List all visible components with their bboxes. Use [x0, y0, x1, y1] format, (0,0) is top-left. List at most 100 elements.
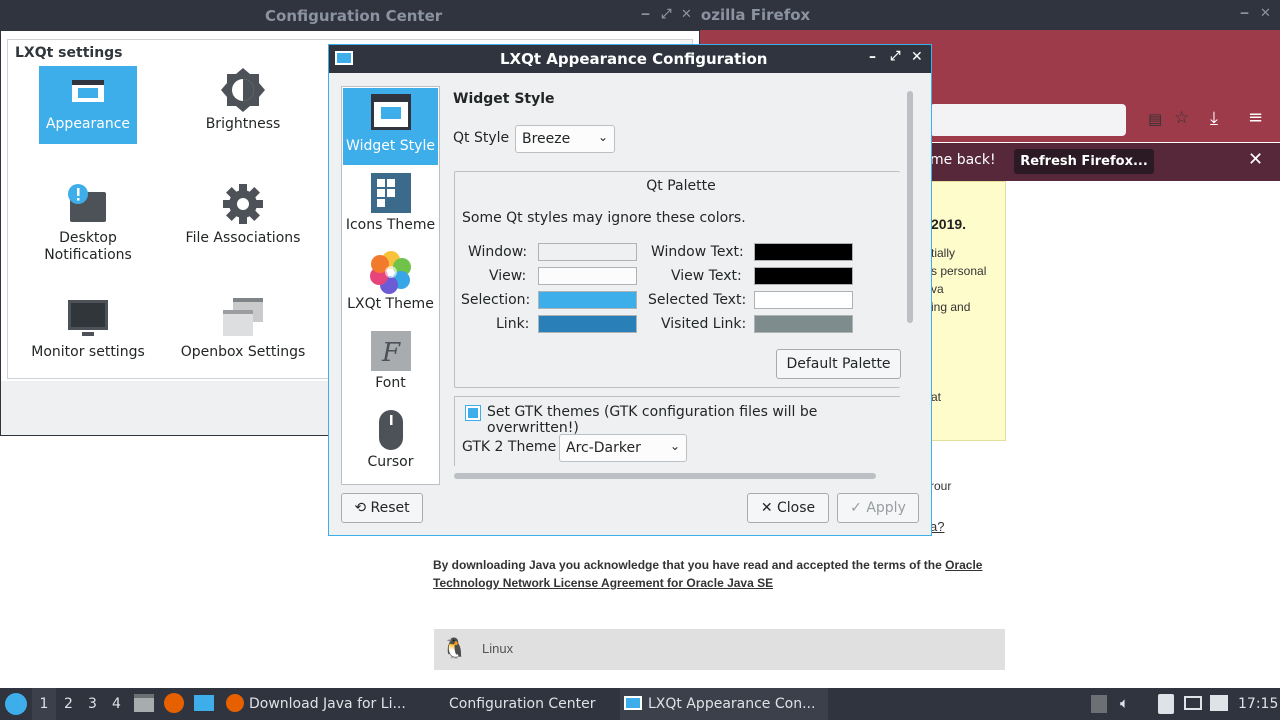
window-minimize-icon[interactable]: –: [869, 49, 876, 65]
info-line: at: [931, 390, 942, 404]
openbox-settings-item[interactable]: Openbox Settings: [168, 294, 318, 360]
reset-button[interactable]: ⟲ Reset: [341, 493, 423, 523]
selection-color-label: Selection:: [461, 292, 531, 308]
notifications-icon: [64, 180, 112, 228]
view-text-color-swatch[interactable]: [754, 267, 853, 285]
mouse-icon: [369, 408, 413, 452]
horizontal-scrollbar[interactable]: [454, 473, 876, 479]
appearance-icon: [64, 66, 112, 114]
chevron-down-icon: ⌄: [597, 130, 608, 144]
task-firefox[interactable]: Download Java for Li...: [249, 696, 406, 712]
desktop-notifications-item[interactable]: Desktop Notifications: [13, 180, 163, 264]
window-maximize-icon[interactable]: ⤢: [890, 49, 900, 64]
task-appearance-label: LXQt Appearance Con...: [648, 696, 816, 712]
window-text-color-label: Window Text:: [651, 244, 744, 260]
license-acknowledgement: By downloading Java you acknowledge that…: [433, 556, 1003, 592]
sidebar-item-lxqt-theme[interactable]: LXQt Theme: [343, 246, 438, 323]
file-associations-item[interactable]: File Associations: [168, 180, 318, 246]
info-box: 2019. tially s personal va ing and at: [930, 181, 1006, 441]
window-app-icon: [624, 696, 642, 710]
sidebar-item-widget-style[interactable]: Widget Style: [343, 88, 438, 165]
sidebar-item-label: LXQt Theme: [347, 296, 434, 312]
appearance-dialog: LXQt Appearance Configuration – ⤢ ✕ Widg…: [328, 44, 932, 536]
selection-color-swatch[interactable]: [538, 291, 637, 309]
window-minimize-icon[interactable]: ‒: [641, 7, 650, 22]
keyboard-icon[interactable]: [1184, 696, 1202, 710]
window-text-color-swatch[interactable]: [754, 243, 853, 261]
refresh-notification-bar: me back! Refresh Firefox... ✕: [930, 143, 1280, 181]
gtk-checkbox[interactable]: [465, 405, 481, 421]
selected-text-color-label: Selected Text:: [648, 292, 747, 308]
network-icon[interactable]: [1210, 695, 1228, 711]
page-title: Widget Style: [453, 91, 555, 107]
window-color-swatch[interactable]: [538, 243, 637, 261]
start-menu-icon[interactable]: [5, 693, 27, 715]
link-color-label: Link:: [496, 316, 530, 332]
appearance-item[interactable]: Appearance: [39, 66, 137, 144]
url-bar[interactable]: ▤ ☆: [930, 104, 1189, 136]
desktop-2-button[interactable]: 2: [64, 696, 73, 712]
gtk-checkbox-label[interactable]: Set GTK themes (GTK configuration files …: [487, 404, 900, 436]
sidebar-item-cursor[interactable]: Cursor: [343, 404, 438, 481]
appearance-label: Appearance: [45, 116, 131, 132]
volume-icon[interactable]: 🔈︎: [1120, 694, 1129, 712]
firefox-task-icon: [226, 694, 244, 712]
icons-theme-icon: [369, 171, 413, 215]
close-icon: ✕: [760, 500, 773, 516]
sidebar-item-font[interactable]: F Font: [343, 325, 438, 402]
gtk2-theme-value: Arc-Darker: [566, 440, 641, 456]
notification-text: me back!: [930, 152, 996, 168]
desktop-1-button[interactable]: 1: [32, 688, 56, 720]
config-center-title: Configuration Center: [265, 7, 443, 25]
apply-button[interactable]: ✓ Apply: [837, 493, 919, 523]
window-close-icon[interactable]: ✕: [1260, 6, 1271, 21]
tray-up-icon[interactable]: [1091, 695, 1107, 713]
linux-tux-icon: 🐧: [442, 638, 467, 660]
linux-download-row[interactable]: 🐧 Linux: [434, 629, 1005, 670]
firefox-titlebar: Mozilla Firefox ‒ ✕: [698, 0, 1280, 30]
dialog-titlebar: LXQt Appearance Configuration – ⤢ ✕: [329, 45, 931, 73]
sidebar-item-icons-theme[interactable]: Icons Theme: [343, 167, 438, 244]
vertical-scrollbar[interactable]: [907, 91, 913, 323]
section-label: LXQt settings: [15, 45, 123, 61]
window-close-icon[interactable]: ✕: [911, 49, 923, 65]
desktop-4-button[interactable]: 4: [112, 696, 121, 712]
reader-view-icon[interactable]: ▤: [1148, 110, 1162, 128]
task-appearance-active[interactable]: LXQt Appearance Con...: [620, 688, 828, 720]
monitor-settings-item[interactable]: Monitor settings: [13, 294, 163, 360]
clipboard-icon[interactable]: [1158, 694, 1174, 714]
window-close-icon[interactable]: ✕: [681, 7, 692, 22]
desktop-3-button[interactable]: 3: [88, 696, 97, 712]
file-manager-icon[interactable]: [134, 694, 154, 712]
window-maximize-icon[interactable]: ⤢: [661, 7, 671, 22]
license-text: By downloading Java you acknowledge that…: [433, 558, 946, 572]
qt-palette-group: Qt Palette Some Qt styles may ignore the…: [454, 171, 901, 388]
category-sidebar: Widget Style Icons Theme LXQt Theme F Fo…: [341, 86, 440, 485]
close-icon[interactable]: ✕: [1248, 149, 1263, 170]
bookmark-star-icon[interactable]: ☆: [1174, 108, 1189, 128]
qt-style-combobox[interactable]: Breeze ⌄: [515, 125, 615, 153]
menu-icon[interactable]: ≡: [1248, 107, 1263, 128]
show-desktop-icon[interactable]: [194, 695, 214, 711]
gear-icon: [219, 180, 267, 228]
firefox-launcher-icon[interactable]: [164, 693, 184, 713]
page-link-fragment[interactable]: a?: [930, 519, 944, 534]
info-line: ing and: [931, 300, 971, 314]
task-configuration-center[interactable]: Configuration Center: [449, 696, 596, 712]
view-color-label: View:: [489, 268, 527, 284]
gtk2-theme-combobox[interactable]: Arc-Darker ⌄: [559, 434, 687, 462]
default-palette-button[interactable]: Default Palette: [776, 349, 901, 379]
qt-style-value: Breeze: [522, 131, 571, 147]
brightness-item[interactable]: Brightness: [168, 66, 318, 132]
download-icon[interactable]: ⤓: [1210, 108, 1218, 129]
info-line: s personal: [931, 264, 987, 278]
window-minimize-icon[interactable]: ‒: [1240, 6, 1249, 21]
close-button[interactable]: ✕ Close: [747, 493, 829, 523]
refresh-firefox-button[interactable]: Refresh Firefox...: [1014, 149, 1154, 174]
view-color-swatch[interactable]: [538, 267, 637, 285]
sidebar-item-label: Widget Style: [346, 138, 435, 154]
reset-label: Reset: [370, 500, 410, 516]
visited-link-color-swatch[interactable]: [754, 315, 853, 333]
link-color-swatch[interactable]: [538, 315, 637, 333]
selected-text-color-swatch[interactable]: [754, 291, 853, 309]
